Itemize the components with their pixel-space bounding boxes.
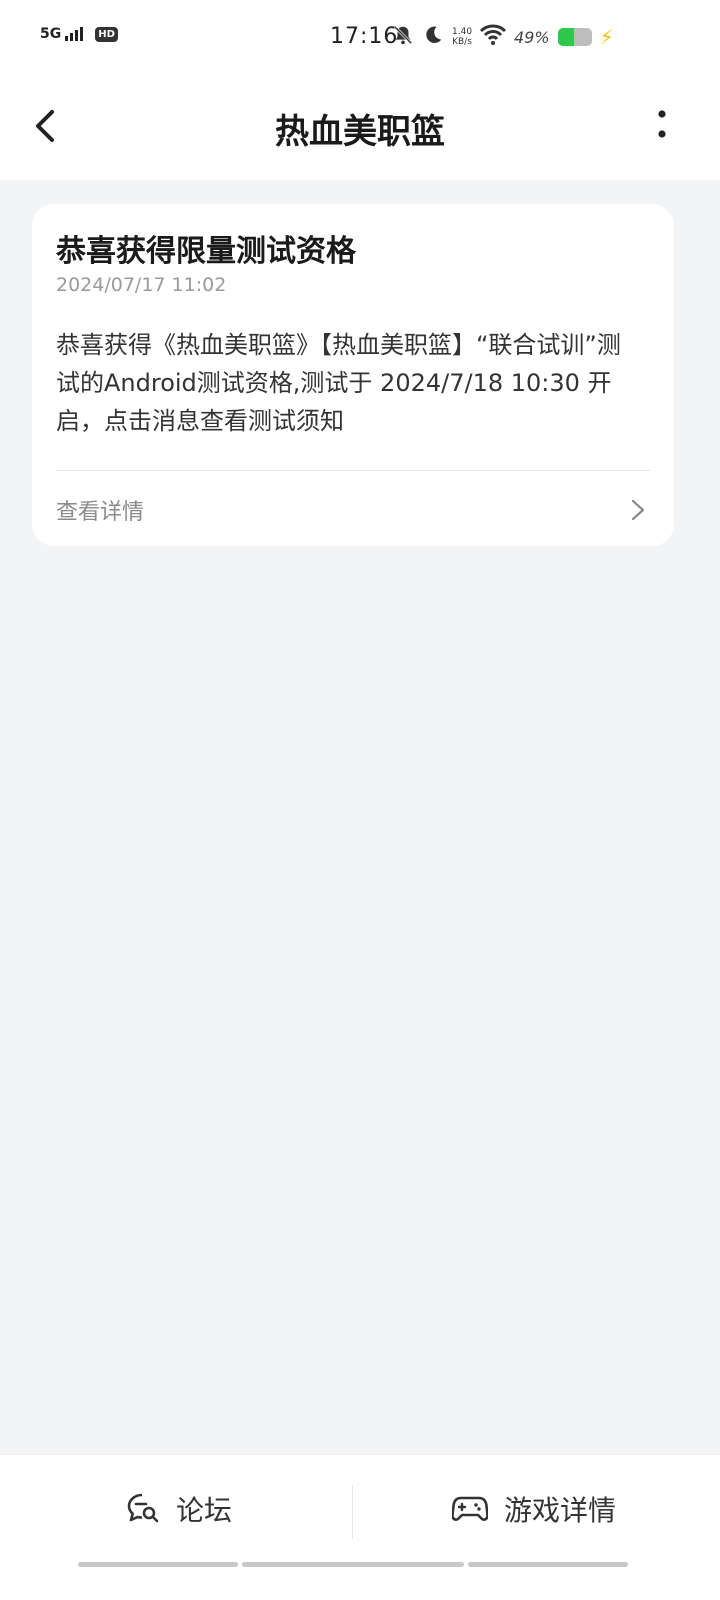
battery-percent: 49% <box>514 27 550 47</box>
wifi-icon <box>479 24 507 50</box>
speed-value: 1.40 <box>452 27 473 37</box>
chevron-right-icon[interactable] <box>630 498 646 522</box>
more-vertical-icon <box>658 110 666 138</box>
view-details-link[interactable]: 查看详情 <box>56 494 144 526</box>
message-body: 恭喜获得《热血美职篮》【热血美职篮】“联合试训”测试的Android测试资格,测… <box>56 331 621 435</box>
game-details-button[interactable]: 游戏详情 <box>452 1489 616 1529</box>
network-speed: 1.40 KB/s <box>452 27 472 47</box>
bell-muted-icon <box>392 24 414 50</box>
battery-icon <box>557 28 592 46</box>
game-details-label: 游戏详情 <box>504 1494 617 1527</box>
message-timestamp: 2024/07/17 11:02 <box>56 274 227 296</box>
speed-unit: KB/s <box>452 37 472 47</box>
hd-badge: HD <box>95 26 118 42</box>
moon-icon <box>422 24 444 50</box>
network-type: 5G <box>40 26 62 42</box>
forum-button[interactable]: 论坛 <box>126 1489 232 1529</box>
status-left: 5G HD <box>40 26 118 42</box>
charging-bolt-icon: ⚡ <box>599 25 614 49</box>
bottom-action-bar: 论坛 游戏详情 <box>0 1454 720 1600</box>
status-right: 1.40 KB/s 49% ⚡ <box>392 24 614 50</box>
app-header: 热血美职篮 <box>0 82 720 180</box>
message-title: 恭喜获得限量测试资格 <box>56 234 356 269</box>
battery-fill <box>557 28 575 46</box>
status-time: 17:16 <box>330 24 399 49</box>
page-title: 热血美职篮 <box>275 112 445 152</box>
status-bar: 5G HD 17:16 1.40 KB/s 49% ⚡ <box>0 0 720 82</box>
gamepad-icon <box>452 1496 488 1521</box>
message-card[interactable]: 恭喜获得限量测试资格 2024/07/17 11:02 恭喜获得《热血美职篮》【… <box>32 204 674 546</box>
forum-label: 论坛 <box>176 1494 233 1527</box>
card-divider <box>56 470 650 471</box>
more-button[interactable] <box>652 108 672 142</box>
gesture-bar-left <box>78 1562 238 1567</box>
gesture-bar-right <box>468 1562 628 1567</box>
bottom-separator <box>352 1485 353 1539</box>
signal-icon <box>65 27 84 41</box>
gesture-bar-center[interactable] <box>242 1562 464 1567</box>
chat-search-icon <box>127 1493 159 1523</box>
